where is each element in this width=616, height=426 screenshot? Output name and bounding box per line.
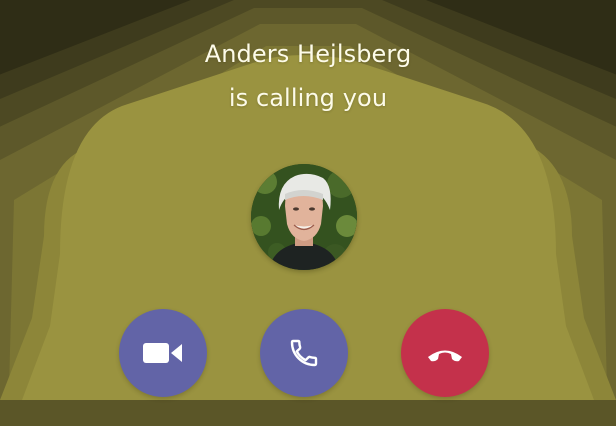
incoming-call-screen: Anders Hejlsberg is calling you: [0, 0, 616, 426]
caller-name: Anders Hejlsberg: [204, 40, 412, 68]
caller-photo: [251, 164, 357, 270]
video-camera-icon: [143, 341, 183, 365]
call-status-text: is calling you: [228, 84, 388, 112]
phone-icon: [288, 337, 320, 369]
accept-video-button[interactable]: [119, 309, 207, 397]
accept-audio-button[interactable]: [260, 309, 348, 397]
caller-avatar: [251, 164, 357, 270]
hang-up-icon: [425, 343, 465, 363]
decline-call-button[interactable]: [401, 309, 489, 397]
